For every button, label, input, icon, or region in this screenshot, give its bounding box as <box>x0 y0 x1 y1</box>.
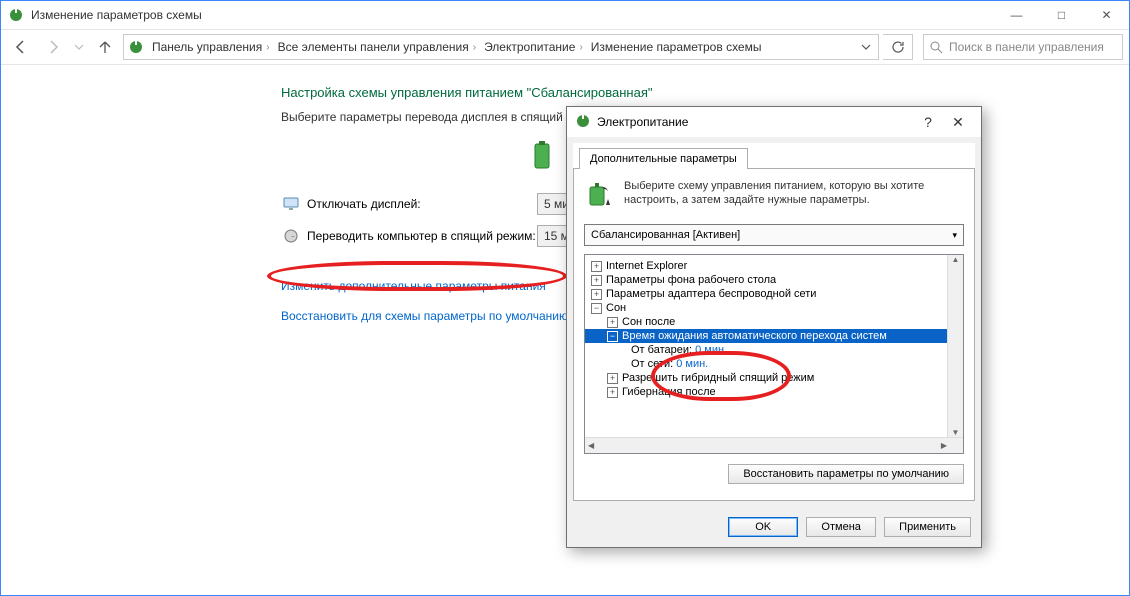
chevron-right-icon: › <box>266 42 269 53</box>
ok-button[interactable]: OK <box>728 517 798 537</box>
tree-value-label[interactable]: От батареи: <box>631 344 692 356</box>
search-placeholder: Поиск в панели управления <box>949 40 1104 54</box>
minimize-button[interactable]: — <box>994 1 1039 29</box>
window-title: Изменение параметров схемы <box>31 8 994 22</box>
sleep-label: Переводить компьютер в спящий режим: <box>307 229 537 243</box>
dialog-title: Электропитание <box>597 115 913 129</box>
search-icon <box>930 41 943 54</box>
monitor-icon <box>281 194 301 214</box>
page-title: Настройка схемы управления питанием "Сба… <box>281 85 1129 100</box>
address-bar[interactable]: Панель управления› Все элементы панели у… <box>123 34 879 60</box>
tree-item[interactable]: Гибернация после <box>622 386 716 398</box>
help-button[interactable]: ? <box>913 114 943 130</box>
recent-dropdown[interactable] <box>71 34 87 60</box>
breadcrumb[interactable]: Панель управления› <box>148 35 274 59</box>
app-icon <box>1 7 31 23</box>
dialog-icon <box>575 113 591 132</box>
breadcrumb[interactable]: Изменение параметров схемы <box>587 35 766 59</box>
tree-item[interactable]: Разрешить гибридный спящий режим <box>622 372 814 384</box>
horizontal-scrollbar[interactable] <box>585 437 963 453</box>
chevron-right-icon: › <box>473 42 476 53</box>
plan-select[interactable]: Сбалансированная [Активен] ▾ <box>584 224 964 246</box>
tree-item[interactable]: Сон после <box>622 316 675 328</box>
chevron-down-icon: ▾ <box>952 230 957 241</box>
settings-tree[interactable]: +Internet Explorer +Параметры фона рабоч… <box>584 254 964 454</box>
apply-button[interactable]: Применить <box>884 517 971 537</box>
tree-item[interactable]: Параметры фона рабочего стола <box>606 274 776 286</box>
tree-value[interactable]: 0 мин. <box>695 344 727 356</box>
address-dropdown[interactable] <box>854 42 878 52</box>
refresh-button[interactable] <box>883 34 913 60</box>
dialog-description: Выберите схему управления питанием, кото… <box>624 179 964 214</box>
power-icon <box>584 179 616 214</box>
back-button[interactable] <box>7 34 35 60</box>
tree-value[interactable]: 0 мин. <box>676 358 708 370</box>
tab-advanced[interactable]: Дополнительные параметры <box>579 148 748 169</box>
close-button[interactable]: ✕ <box>1084 1 1129 29</box>
battery-icon <box>531 140 553 170</box>
tree-value-label[interactable]: От сети: <box>631 358 673 370</box>
tree-item[interactable]: Internet Explorer <box>606 260 687 272</box>
address-icon <box>124 39 148 55</box>
advanced-settings-link[interactable]: Изменить дополнительные параметры питани… <box>281 279 546 293</box>
search-input[interactable]: Поиск в панели управления <box>923 34 1123 60</box>
restore-defaults-button[interactable]: Восстановить параметры по умолчанию <box>728 464 964 484</box>
breadcrumb[interactable]: Электропитание› <box>480 35 587 59</box>
tree-item-selected[interactable]: Время ожидания автоматического перехода … <box>622 330 887 342</box>
vertical-scrollbar[interactable] <box>947 255 963 437</box>
sleep-icon <box>281 226 301 246</box>
cancel-button[interactable]: Отмена <box>806 517 876 537</box>
chevron-right-icon: › <box>579 42 582 53</box>
dialog-close-button[interactable]: ✕ <box>943 114 973 131</box>
tree-item[interactable]: Сон <box>606 302 626 314</box>
tree-item[interactable]: Параметры адаптера беспроводной сети <box>606 288 816 300</box>
maximize-button[interactable]: □ <box>1039 1 1084 29</box>
up-button[interactable] <box>91 34 119 60</box>
display-off-label: Отключать дисплей: <box>307 197 537 211</box>
forward-button[interactable] <box>39 34 67 60</box>
breadcrumb[interactable]: Все элементы панели управления› <box>274 35 480 59</box>
power-options-dialog: Электропитание ? ✕ Дополнительные параме… <box>566 106 982 548</box>
